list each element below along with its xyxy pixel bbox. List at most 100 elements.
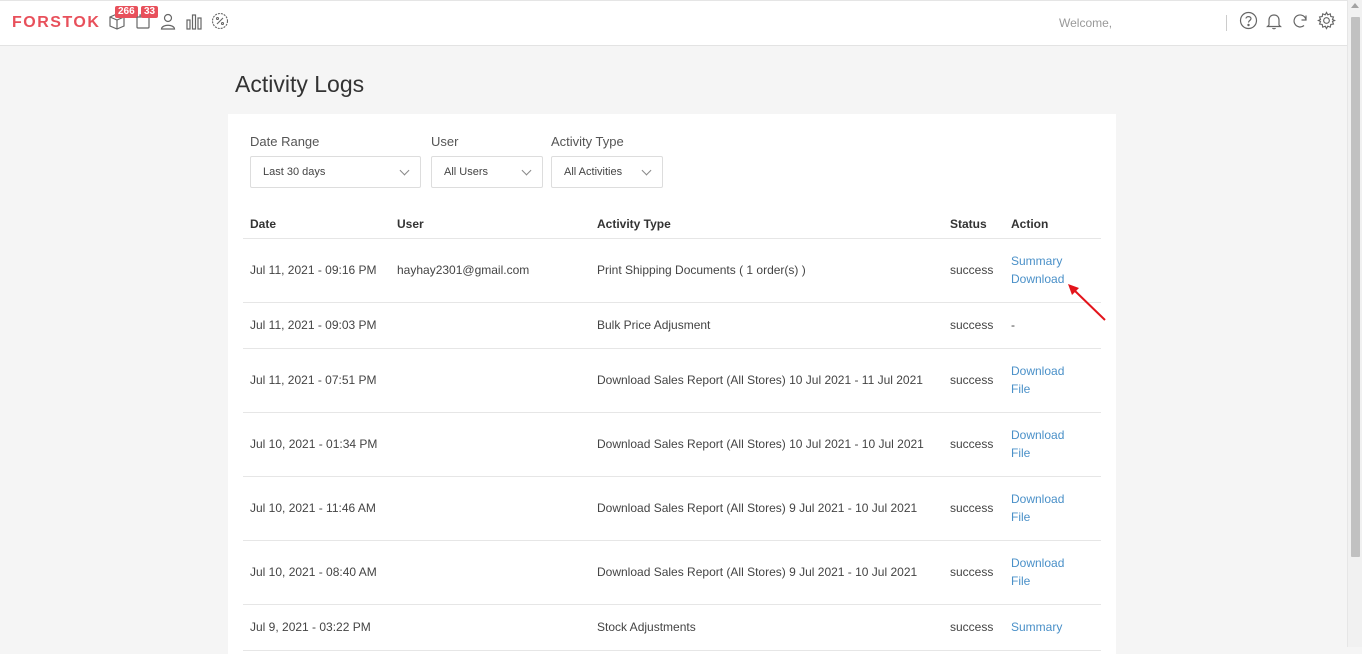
settings-button[interactable]: [1316, 11, 1336, 35]
column-header-user: User: [390, 210, 590, 239]
download-file-link-line1: Download: [1011, 492, 1065, 506]
row-user: [390, 604, 590, 651]
row-user: hayhay2301@gmail.com: [390, 238, 590, 303]
annotation-arrow-icon: [1068, 284, 1106, 321]
row-status: success: [943, 540, 1004, 605]
row-status: success: [943, 476, 1004, 541]
download-file-link-line1: Download: [1011, 364, 1065, 378]
sync-icon: [1291, 12, 1309, 35]
summary-link[interactable]: Summary: [1011, 618, 1101, 636]
row-date: Jul 11, 2021 - 09:03 PM: [243, 302, 390, 349]
customers-nav[interactable]: [158, 13, 178, 33]
row-date: Jul 10, 2021 - 11:46 AM: [243, 476, 390, 541]
row-user: [390, 302, 590, 349]
activity-type-value: All Activities: [564, 166, 623, 178]
top-navbar: FORSTOK 266 33 Welcome,: [0, 0, 1347, 46]
row-date: Jul 11, 2021 - 09:16 PM: [243, 238, 390, 303]
scroll-up-arrow-icon[interactable]: [1351, 3, 1359, 8]
table-row: Jul 10, 2021 - 01:34 PM Download Sales R…: [243, 412, 1101, 477]
row-status: success: [943, 238, 1004, 303]
orders-count-badge: 33: [141, 6, 159, 18]
row-activity: Download Sales Report (All Stores) 10 Ju…: [590, 412, 943, 477]
table-row: Jul 9, 2021 - 03:22 PM Stock Adjustments…: [243, 604, 1101, 651]
row-status: success: [943, 412, 1004, 477]
chevron-down-icon: [521, 165, 532, 176]
brand-logo[interactable]: FORSTOK: [12, 14, 100, 32]
vertical-scrollbar[interactable]: [1347, 0, 1362, 647]
no-action-dash: -: [1011, 318, 1015, 332]
activity-type-label: Activity Type: [551, 134, 624, 149]
row-actions: Download File: [1004, 412, 1101, 477]
gear-icon: [1316, 11, 1336, 35]
promotions-nav[interactable]: [210, 12, 230, 35]
bell-icon: [1265, 12, 1283, 35]
row-user: [390, 348, 590, 413]
row-date: Jul 10, 2021 - 01:34 PM: [243, 412, 390, 477]
table-row: Jul 10, 2021 - 11:46 AM Download Sales R…: [243, 476, 1101, 541]
row-user: [390, 412, 590, 477]
sync-button[interactable]: [1290, 13, 1310, 33]
row-activity: Print Shipping Documents ( 1 order(s) ): [590, 238, 943, 303]
column-header-status: Status: [943, 210, 1004, 239]
page-title: Activity Logs: [235, 71, 365, 97]
row-activity: Download Sales Report (All Stores) 9 Jul…: [590, 476, 943, 541]
welcome-text: Welcome,: [1059, 16, 1113, 30]
help-icon: [1239, 11, 1258, 35]
row-actions: Download File: [1004, 348, 1101, 413]
download-file-link-line2: File: [1011, 574, 1031, 588]
row-date: Jul 9, 2021 - 03:22 PM: [243, 604, 390, 651]
products-nav[interactable]: 266: [107, 6, 138, 33]
row-status: success: [943, 302, 1004, 349]
date-range-select[interactable]: Last 30 days: [250, 156, 421, 188]
user-filter-label: User: [431, 134, 459, 149]
row-status: success: [943, 604, 1004, 651]
row-activity: Stock Adjustments: [590, 604, 943, 651]
row-actions: Download File: [1004, 540, 1101, 605]
scrollbar-thumb[interactable]: [1351, 17, 1360, 557]
download-file-link-line2: File: [1011, 510, 1031, 524]
summary-link[interactable]: Summary: [1011, 252, 1101, 270]
download-file-link-line1: Download: [1011, 556, 1065, 570]
promo-icon: [211, 12, 229, 35]
row-date: Jul 10, 2021 - 08:40 AM: [243, 540, 390, 605]
user-icon: [159, 12, 177, 35]
download-file-link-line1: Download: [1011, 428, 1065, 442]
row-activity: Bulk Price Adjusment: [590, 302, 943, 349]
table-row: Jul 11, 2021 - 07:51 PM Download Sales R…: [243, 348, 1101, 413]
reports-nav[interactable]: [184, 13, 204, 33]
row-actions: Download File: [1004, 476, 1101, 541]
column-header-date: Date: [243, 210, 390, 239]
table-row: Jul 11, 2021 - 09:03 PM Bulk Price Adjus…: [243, 302, 1101, 349]
date-range-label: Date Range: [250, 134, 320, 149]
download-file-link[interactable]: Download File: [1011, 426, 1101, 462]
user-select[interactable]: All Users: [431, 156, 543, 188]
help-button[interactable]: [1238, 11, 1258, 35]
row-status: success: [943, 348, 1004, 413]
activity-type-filter: Activity Type All Activities: [551, 134, 663, 188]
table-row: Jul 11, 2021 - 09:16 PM hayhay2301@gmail…: [243, 238, 1101, 303]
table-row: Jul 10, 2021 - 08:40 AM Download Sales R…: [243, 540, 1101, 605]
download-file-link[interactable]: Download File: [1011, 490, 1101, 526]
orders-nav[interactable]: 33: [133, 6, 159, 33]
notifications-button[interactable]: [1264, 13, 1284, 33]
activity-type-select[interactable]: All Activities: [551, 156, 663, 188]
row-activity: Download Sales Report (All Stores) 10 Ju…: [590, 348, 943, 413]
row-user: [390, 476, 590, 541]
download-file-link-line2: File: [1011, 382, 1031, 396]
download-file-link-line2: File: [1011, 446, 1031, 460]
date-range-filter: Date Range Last 30 days: [250, 134, 421, 188]
chevron-down-icon: [399, 165, 410, 176]
chart-icon: [185, 12, 203, 35]
user-filter-value: All Users: [444, 166, 489, 178]
header-divider: [1226, 15, 1227, 31]
row-activity: Download Sales Report (All Stores) 9 Jul…: [590, 540, 943, 605]
chevron-down-icon: [641, 165, 652, 176]
download-file-link[interactable]: Download File: [1011, 554, 1101, 590]
column-header-action: Action: [1004, 210, 1101, 239]
date-range-value: Last 30 days: [263, 166, 326, 178]
download-file-link[interactable]: Download File: [1011, 362, 1101, 398]
row-date: Jul 11, 2021 - 07:51 PM: [243, 348, 390, 413]
table-header-row: Date User Activity Type Status Action: [243, 210, 1101, 239]
user-filter: User All Users: [431, 134, 543, 188]
row-user: [390, 540, 590, 605]
